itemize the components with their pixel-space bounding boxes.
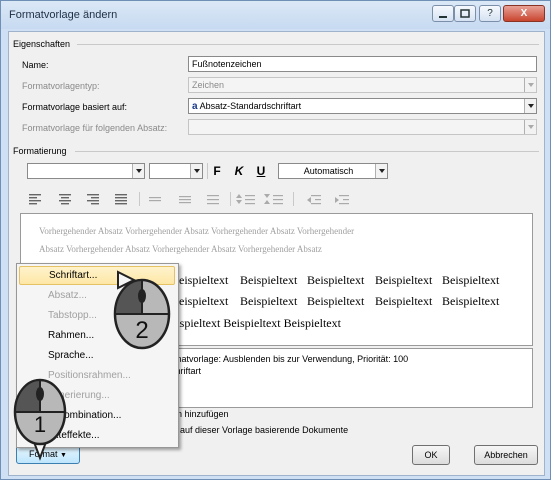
chevron-down-icon (524, 78, 536, 92)
previous-paragraph-line: Vorhergehender Absatz Vorhergehender Abs… (39, 226, 355, 236)
increase-indent-icon (335, 195, 349, 205)
maximize-icon (460, 9, 470, 18)
type-select[interactable]: Zeichen (188, 77, 537, 93)
sample-text: Beispieltext (375, 294, 433, 308)
description-line: rmatvorlage: Ausblenden bis zur Verwendu… (171, 354, 409, 364)
sample-text: Beispieltext (375, 273, 433, 287)
chevron-down-icon (524, 120, 536, 134)
step-number-2: 2 (135, 317, 148, 344)
title-bar: Formatvorlage ändern ? X (1, 1, 550, 29)
formatting-section-label: Formatierung (13, 146, 67, 156)
following-label: Formatvorlage für folgenden Absatz: (22, 123, 168, 133)
maximize-button[interactable] (454, 5, 476, 22)
line-spacing-half-icon (179, 196, 191, 204)
sample-text: Beispieltext (307, 273, 365, 287)
sample-text: Beispieltext (442, 273, 500, 287)
space-before-icon (236, 194, 255, 205)
name-label: Name: (22, 60, 49, 70)
close-icon: X (520, 8, 528, 19)
minimize-button[interactable] (432, 5, 454, 22)
align-center-icon (59, 194, 71, 205)
character-style-icon: a (192, 101, 198, 112)
help-icon: ? (487, 8, 493, 19)
dialog-title: Formatvorlage ändern (9, 9, 118, 21)
paragraph-toolbar (29, 192, 349, 206)
properties-divider (77, 44, 539, 45)
ok-button[interactable]: OK (412, 445, 450, 465)
mouse-click-annotation-1: 1 (13, 378, 67, 461)
chevron-down-icon (524, 99, 536, 113)
align-left-icon (29, 194, 41, 205)
font-name-select[interactable] (27, 163, 145, 179)
underline-button[interactable]: U (254, 165, 268, 177)
sample-text: Beispieltext (240, 294, 298, 308)
chevron-down-icon (190, 164, 202, 178)
line-spacing-single-icon (149, 197, 161, 202)
bold-button[interactable]: F (210, 165, 224, 177)
sample-text: Beispieltext (442, 294, 500, 308)
based-on-label: Formatvorlage basiert auf: (22, 102, 128, 112)
toolbar-separator (207, 163, 208, 179)
justify-icon (115, 194, 127, 205)
step-number-1: 1 (34, 412, 46, 437)
formatting-divider (75, 151, 539, 152)
type-value: Zeichen (192, 80, 225, 90)
font-color-value: Automatisch (303, 166, 354, 176)
decrease-indent-icon (307, 195, 321, 205)
chevron-down-icon (132, 164, 144, 178)
sample-text: Beispieltext (307, 294, 365, 308)
align-right-icon (87, 194, 99, 205)
following-select[interactable] (188, 119, 537, 135)
based-on-value: Absatz-Standardschriftart (199, 101, 302, 111)
line-spacing-double-icon (207, 195, 219, 205)
sample-text: Beispieltext (240, 273, 298, 287)
based-on-select[interactable]: a Absatz-Standardschriftart (188, 98, 537, 114)
properties-section-label: Eigenschaften (13, 39, 71, 49)
help-button[interactable]: ? (479, 5, 501, 22)
space-after-icon (264, 194, 283, 205)
chevron-down-icon (375, 164, 387, 178)
add-to-gallery-label[interactable]: n hinzufügen (177, 409, 229, 419)
font-size-select[interactable] (149, 163, 203, 179)
update-documents-label[interactable]: auf dieser Vorlage basierende Dokumente (180, 425, 348, 435)
font-color-select[interactable]: Automatisch (278, 163, 388, 179)
mouse-click-annotation-2: 2 (113, 270, 171, 350)
minimize-icon (439, 16, 447, 18)
name-field[interactable]: Fußnotenzeichen (188, 56, 537, 72)
previous-paragraph-line: Absatz Vorhergehender Absatz Vorhergehen… (39, 244, 322, 254)
sample-text: eispieltext Beispieltext Beispieltext (171, 316, 341, 330)
cancel-button[interactable]: Abbrechen (474, 445, 538, 465)
italic-button[interactable]: K (232, 165, 246, 177)
close-button[interactable]: X (503, 5, 545, 22)
type-label: Formatvorlagentyp: (22, 81, 100, 91)
